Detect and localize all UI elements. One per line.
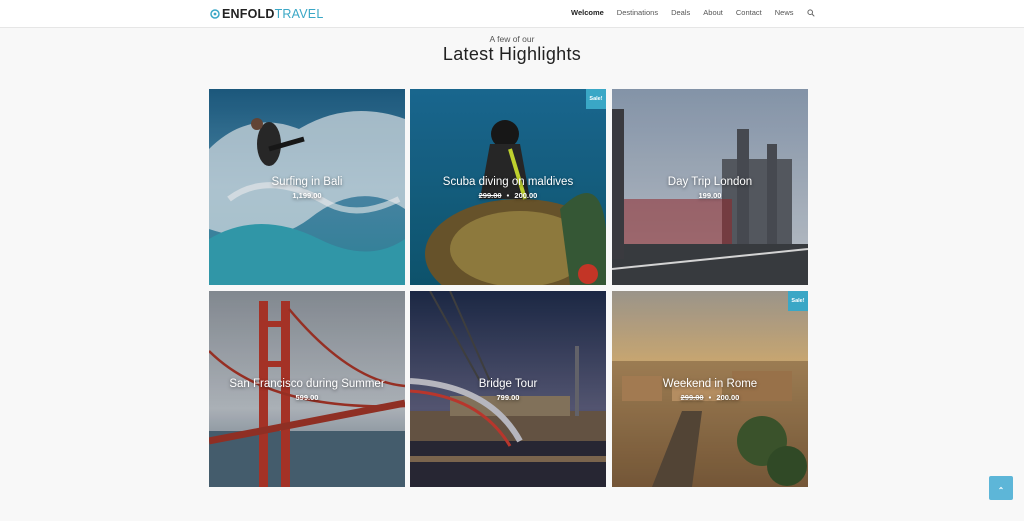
tile-scuba[interactable]: Sale! Scuba diving on maldives 299.00 • …: [410, 89, 606, 285]
tile-current-price: 199.00: [698, 191, 722, 200]
tile-price: 199.00: [612, 191, 808, 201]
tile-title: Scuba diving on maldives: [442, 176, 574, 188]
tile-title: Surfing in Bali: [271, 176, 343, 188]
tile-price: 1,199.00: [209, 191, 405, 201]
tile-london[interactable]: Day Trip London 199.00: [612, 89, 808, 285]
scroll-to-top-button[interactable]: [989, 476, 1013, 500]
nav-item-deals[interactable]: Deals: [671, 8, 690, 17]
tile-current-price: 200.00: [716, 393, 740, 402]
target-icon: [210, 9, 220, 19]
tile-title: Day Trip London: [667, 176, 753, 188]
tile-caption: Day Trip London 199.00: [612, 175, 808, 201]
site-header: ENFOLD TRAVEL Welcome Destinations Deals…: [0, 0, 1024, 28]
tile-current-price: 599.00: [295, 393, 319, 402]
nav-item-contact[interactable]: Contact: [736, 8, 762, 17]
tile-price: 799.00: [410, 393, 606, 403]
sale-badge: Sale!: [788, 291, 808, 311]
tile-caption: Scuba diving on maldives 299.00 • 200.00: [410, 175, 606, 201]
main-nav: Welcome Destinations Deals About Contact…: [571, 8, 815, 17]
tile-title: Bridge Tour: [478, 378, 538, 390]
tile-caption: Bridge Tour 799.00: [410, 377, 606, 403]
tile-current-price: 1,199.00: [292, 191, 322, 200]
chevron-up-icon: [999, 486, 1003, 490]
tile-caption: San Francisco during Summer 599.00: [209, 377, 405, 403]
tile-caption: Weekend in Rome 299.00 • 200.00: [612, 377, 808, 403]
tile-surfing[interactable]: Surfing in Bali 1,199.00: [209, 89, 405, 285]
tile-bridge-tour[interactable]: Bridge Tour 799.00: [410, 291, 606, 487]
site-logo[interactable]: ENFOLD TRAVEL: [210, 6, 324, 22]
tile-caption: Surfing in Bali 1,199.00: [209, 175, 405, 201]
nav-item-welcome[interactable]: Welcome: [571, 8, 604, 17]
tile-current-price: 799.00: [496, 393, 520, 402]
tile-price: 299.00 • 200.00: [612, 393, 808, 403]
section-eyebrow: A few of our: [489, 34, 535, 44]
tile-price: 299.00 • 200.00: [410, 191, 606, 201]
section-title: Latest Highlights: [442, 44, 582, 64]
logo-light-text: TRAVEL: [274, 7, 324, 21]
tile-old-price: 299.00: [478, 191, 502, 200]
tile-current-price: 200.00: [514, 191, 538, 200]
tile-title: San Francisco during Summer: [229, 378, 385, 390]
price-separator: •: [708, 393, 712, 402]
logo-bold-text: ENFOLD: [222, 7, 275, 21]
sale-badge: Sale!: [586, 89, 606, 109]
nav-item-about[interactable]: About: [703, 8, 723, 17]
price-separator: •: [506, 191, 510, 200]
tile-san-francisco[interactable]: San Francisco during Summer 599.00: [209, 291, 405, 487]
tile-old-price: 299.00: [680, 393, 704, 402]
highlights-grid: Surfing in Bali 1,199.00 Sale! Scuba div…: [209, 89, 808, 487]
search-icon[interactable]: [806, 8, 815, 17]
tile-price: 599.00: [209, 393, 405, 403]
nav-item-destinations[interactable]: Destinations: [617, 8, 658, 17]
tile-rome[interactable]: Sale! Weekend in Rome 299.00 • 200.00: [612, 291, 808, 487]
nav-item-news[interactable]: News: [775, 8, 794, 17]
tile-title: Weekend in Rome: [662, 378, 758, 390]
